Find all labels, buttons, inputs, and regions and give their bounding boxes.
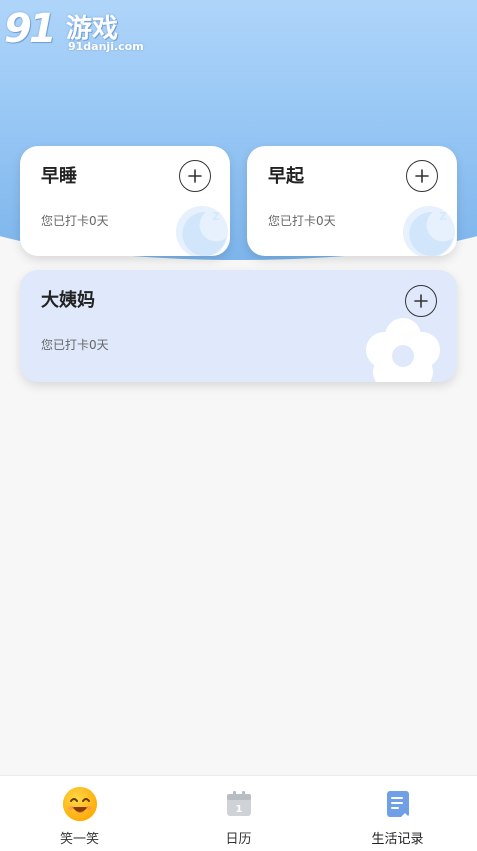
card-status: 您已打卡0天 xyxy=(41,338,109,352)
add-checkin-button[interactable] xyxy=(406,160,438,192)
tab-label: 日历 xyxy=(225,832,252,847)
tab-label: 生活记录 xyxy=(371,832,424,847)
plus-icon xyxy=(188,169,202,183)
svg-text:1: 1 xyxy=(235,804,242,815)
tab-calendar[interactable]: 1 日历 xyxy=(159,776,318,851)
tab-label: 笑一笑 xyxy=(59,832,99,847)
flower-icon xyxy=(366,318,440,382)
card-title: 早起 xyxy=(268,166,304,187)
card-status: 您已打卡0天 xyxy=(41,214,109,228)
plus-icon xyxy=(414,294,428,308)
moon-sleep-icon: z xyxy=(176,206,228,256)
calendar-icon: 1 xyxy=(221,786,257,822)
svg-text:z: z xyxy=(212,208,220,224)
smiley-face-icon xyxy=(62,786,98,822)
svg-text:z: z xyxy=(439,208,447,224)
watermark-domain: 91danji.com xyxy=(68,40,144,53)
plus-icon xyxy=(415,169,429,183)
tab-life-records[interactable]: 生活记录 xyxy=(318,776,477,851)
bottom-tab-bar: 笑一笑 1 日历 生活记录 xyxy=(0,775,477,851)
add-checkin-button[interactable] xyxy=(405,285,437,317)
watermark-number: 91 xyxy=(4,6,57,52)
tab-laugh[interactable]: 笑一笑 xyxy=(0,776,159,851)
moon-sleep-icon: z xyxy=(403,206,455,256)
card-title: 早睡 xyxy=(41,166,77,187)
app-screen: 91 游戏 91danji.com 早睡 您已打卡0天 z 早起 您已打卡0天 xyxy=(0,0,477,851)
habit-card-wake-early[interactable]: 早起 您已打卡0天 z xyxy=(247,146,457,256)
habit-card-sleep-early[interactable]: 早睡 您已打卡0天 z xyxy=(20,146,230,256)
card-status: 您已打卡0天 xyxy=(268,214,336,228)
notebook-icon xyxy=(380,786,416,822)
watermark-logo: 91 游戏 91danji.com xyxy=(4,6,144,56)
add-checkin-button[interactable] xyxy=(179,160,211,192)
habit-card-period[interactable]: 大姨妈 您已打卡0天 xyxy=(20,270,457,382)
card-title: 大姨妈 xyxy=(41,290,95,311)
